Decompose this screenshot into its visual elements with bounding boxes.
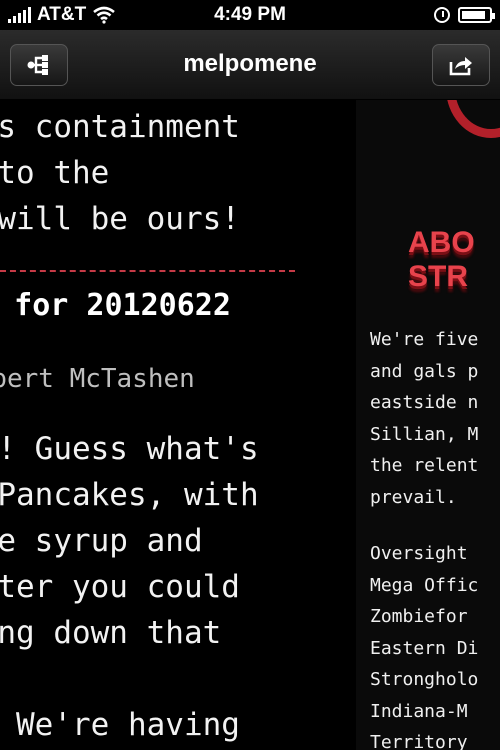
share-button[interactable] (432, 44, 490, 86)
nav-title: melpomene (183, 50, 317, 77)
status-bar: AT&T 4:49 PM (0, 0, 500, 30)
text-line: Indiana-M (370, 700, 468, 722)
battery-level (462, 11, 486, 19)
oversight-paragraph: Oversight Mega Offic Zombiefor Eastern D… (370, 538, 478, 750)
text-line: Territory (370, 732, 468, 750)
text-line: ns! Guess what's (0, 431, 259, 467)
status-left: AT&T (8, 4, 116, 26)
text-line: prevail. (370, 486, 457, 508)
text-line: Sillian, M (370, 423, 479, 445)
sidebar: ABO STR We're five and gals p eastside n… (356, 100, 500, 750)
navigation-bar: melpomene (0, 30, 500, 100)
text-line: Mega Offic (370, 574, 479, 596)
article-author: Albert McTashen (0, 364, 195, 394)
text-line: l to the (0, 155, 110, 191)
article-body: ns! Guess what's ! Pancakes, with ple sy… (0, 426, 259, 748)
logo-emblem (446, 100, 500, 138)
wifi-icon (93, 6, 116, 24)
status-right (434, 7, 495, 23)
text-line: Zombiefor (370, 606, 468, 627)
text-line: ple syrup and (0, 523, 203, 559)
about-title-line: ABO (408, 226, 475, 259)
text-line: utter you could (0, 569, 240, 605)
text-line: ! Pancakes, with (0, 477, 259, 513)
about-paragraph: We're five and gals p eastside n Sillian… (370, 324, 478, 513)
text-line: Strongholo (370, 669, 479, 690)
text-line: l's containment (0, 109, 240, 145)
signal-strength-icon (8, 7, 31, 23)
text-line: y will be ours! (0, 201, 240, 237)
text-line: eastside n (370, 392, 479, 413)
about-title: ABO STR (408, 226, 475, 294)
text-line: Oversight (370, 543, 468, 564)
content-area[interactable]: l's containment l to the y will be ours!… (0, 100, 500, 750)
intro-paragraph: l's containment l to the y will be ours! (0, 104, 240, 242)
article-heading[interactable]: nu for 20120622 (0, 288, 231, 323)
text-line: ting down that (0, 615, 222, 651)
text-line: the relent (370, 455, 479, 476)
text-line (0, 656, 259, 702)
alarm-clock-icon (434, 7, 450, 23)
export-icon (449, 57, 472, 76)
about-title-line: STR (408, 260, 468, 293)
battery-icon (458, 7, 495, 23)
carrier-label: AT&T (37, 4, 87, 25)
text-line: s! We're having (0, 707, 240, 743)
text-line: We're five (370, 329, 479, 350)
text-line: Eastern Di (370, 637, 479, 659)
dashed-divider (0, 270, 295, 272)
text-line: and gals p (370, 360, 479, 382)
